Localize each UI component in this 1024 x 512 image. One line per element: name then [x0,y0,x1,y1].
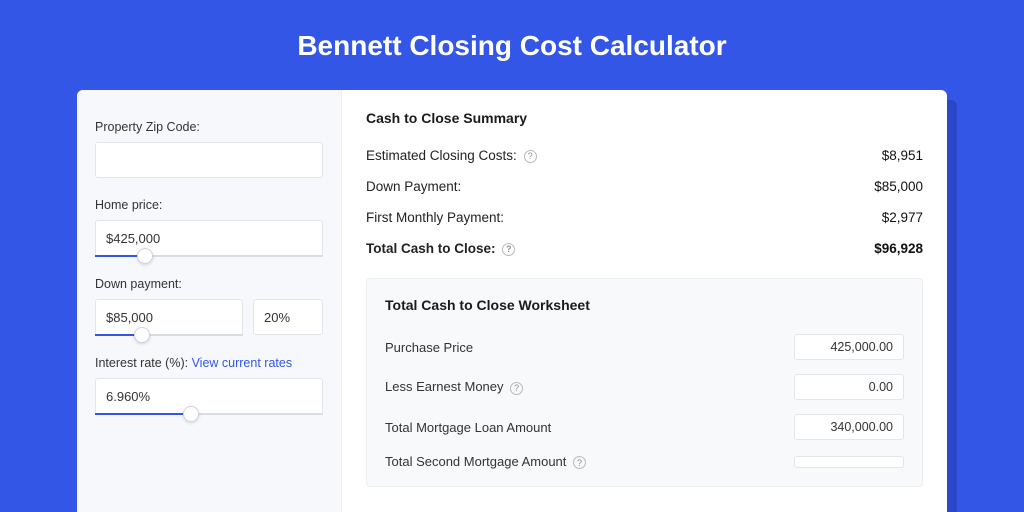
worksheet-row: Less Earnest Money ? 0.00 [385,367,904,407]
down-payment-label: Down payment: [95,277,323,291]
worksheet-row-value[interactable]: 0.00 [794,374,904,400]
worksheet-row-label: Less Earnest Money [385,379,504,394]
zip-label: Property Zip Code: [95,120,323,134]
help-icon[interactable]: ? [502,243,515,256]
summary-row: Down Payment: $85,000 [366,171,923,202]
interest-rate-input[interactable] [95,378,323,414]
home-price-slider[interactable] [95,255,323,257]
results-column: Cash to Close Summary Estimated Closing … [342,90,947,512]
help-icon[interactable]: ? [510,382,523,395]
worksheet-row-label: Purchase Price [385,340,473,355]
worksheet-row-label: Total Second Mortgage Amount [385,454,566,469]
summary-row-value: $2,977 [882,210,923,225]
zip-input[interactable] [95,142,323,178]
summary-total-row: Total Cash to Close: ? $96,928 [366,233,923,264]
worksheet-row-value[interactable] [794,456,904,468]
home-price-input[interactable] [95,220,323,256]
summary-row: Estimated Closing Costs: ? $8,951 [366,140,923,171]
home-price-field-group: Home price: [95,198,323,257]
slider-thumb-icon[interactable] [134,327,150,343]
home-price-label: Home price: [95,198,323,212]
worksheet-row: Total Second Mortgage Amount ? [385,447,904,476]
help-icon[interactable]: ? [524,150,537,163]
interest-rate-slider[interactable] [95,413,323,415]
inputs-column: Property Zip Code: Home price: Down paym… [77,90,342,512]
worksheet-row: Purchase Price 425,000.00 [385,327,904,367]
worksheet-row-value[interactable]: 425,000.00 [794,334,904,360]
worksheet-row: Total Mortgage Loan Amount 340,000.00 [385,407,904,447]
worksheet-row-value[interactable]: 340,000.00 [794,414,904,440]
summary-row-label: Down Payment: [366,179,461,194]
zip-field-group: Property Zip Code: [95,120,323,178]
view-rates-link[interactable]: View current rates [192,356,293,370]
worksheet-panel: Total Cash to Close Worksheet Purchase P… [366,278,923,487]
summary-row-value: $8,951 [882,148,923,163]
interest-label: Interest rate (%): View current rates [95,356,323,370]
down-payment-input[interactable] [95,299,243,335]
interest-label-text: Interest rate (%): [95,356,192,370]
summary-row-value: $85,000 [874,179,923,194]
interest-field-group: Interest rate (%): View current rates [95,356,323,415]
summary-row-label: Estimated Closing Costs: [366,148,517,163]
down-payment-slider[interactable] [95,334,243,336]
summary-total-value: $96,928 [874,241,923,256]
calculator-panel: Property Zip Code: Home price: Down paym… [77,90,947,512]
page-title: Bennett Closing Cost Calculator [0,0,1024,90]
worksheet-row-label: Total Mortgage Loan Amount [385,420,551,435]
summary-row-label: First Monthly Payment: [366,210,504,225]
slider-thumb-icon[interactable] [183,406,199,422]
summary-row: First Monthly Payment: $2,977 [366,202,923,233]
slider-thumb-icon[interactable] [137,248,153,264]
summary-total-label: Total Cash to Close: [366,241,496,256]
help-icon[interactable]: ? [573,456,586,469]
down-payment-percent-input[interactable] [253,299,323,335]
summary-heading: Cash to Close Summary [366,110,923,126]
down-payment-field-group: Down payment: [95,277,323,336]
worksheet-heading: Total Cash to Close Worksheet [385,297,904,313]
